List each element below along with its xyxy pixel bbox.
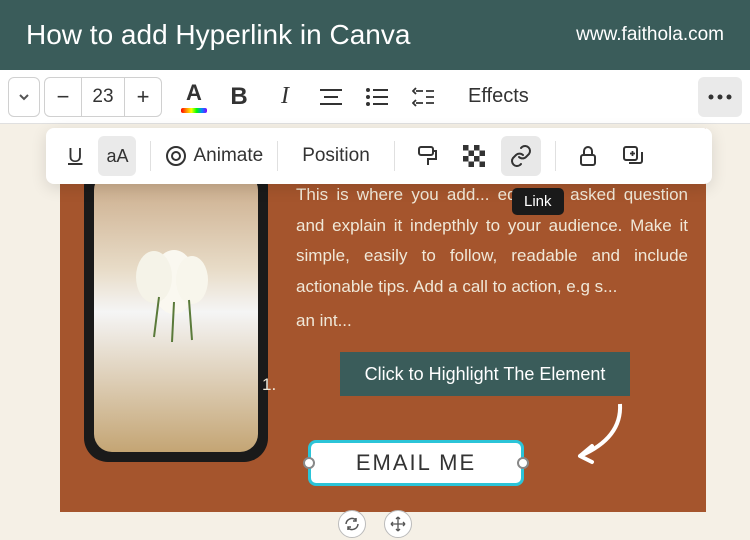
animate-button[interactable]: Animate	[165, 145, 263, 167]
canvas-area[interactable]: This is where you add... equently asked …	[60, 128, 706, 512]
italic-button[interactable]: I	[264, 77, 306, 117]
sync-icon	[344, 516, 360, 532]
phone-mockup[interactable]	[84, 162, 268, 462]
list-marker: 1.	[262, 370, 276, 401]
position-button[interactable]: Position	[292, 145, 380, 167]
font-dropdown[interactable]	[8, 77, 40, 117]
text-color-button[interactable]: A	[174, 77, 214, 117]
paint-roller-button[interactable]	[409, 136, 447, 176]
arrow-icon	[560, 396, 636, 472]
align-button[interactable]	[310, 77, 352, 117]
link-button[interactable]	[501, 136, 541, 176]
email-me-button[interactable]: EMAIL ME	[308, 440, 524, 486]
page-title: How to add Hyperlink in Canva	[26, 19, 410, 51]
font-size-decrease[interactable]: −	[45, 78, 81, 116]
phone-screen-image	[94, 172, 258, 452]
canvas-controls	[338, 510, 412, 538]
divider	[150, 141, 151, 171]
checkerboard-icon	[463, 145, 485, 167]
animate-icon	[165, 145, 187, 167]
text-case-button[interactable]: aA	[98, 136, 136, 176]
tutorial-header: How to add Hyperlink in Canva www.faitho…	[0, 0, 750, 70]
paint-roller-icon	[417, 145, 439, 167]
divider	[277, 141, 278, 171]
text-color-a-icon: A	[186, 80, 202, 106]
link-tooltip: Link	[512, 188, 564, 215]
body-paragraph[interactable]: This is where you add... equently asked …	[296, 180, 688, 337]
selection-handle-right[interactable]	[517, 457, 529, 469]
lock-button[interactable]	[570, 136, 606, 176]
selection-handle-left[interactable]	[303, 457, 315, 469]
color-swatch-icon	[181, 108, 207, 113]
secondary-toolbar: U aA Animate Position	[46, 128, 712, 184]
flower-image	[124, 232, 224, 342]
effects-button[interactable]: Effects	[448, 77, 549, 117]
divider	[394, 141, 395, 171]
move-icon	[390, 516, 406, 532]
underline-button[interactable]: U	[60, 136, 90, 176]
list-button[interactable]	[356, 77, 398, 117]
site-url: www.faithola.com	[576, 24, 724, 46]
bold-button[interactable]: B	[218, 77, 260, 117]
font-size-stepper: − 23 +	[44, 77, 162, 117]
duplicate-icon	[622, 145, 644, 167]
divider	[555, 141, 556, 171]
spacing-button[interactable]	[402, 77, 444, 117]
duplicate-button[interactable]	[614, 136, 652, 176]
more-options-button[interactable]	[698, 77, 742, 117]
font-size-increase[interactable]: +	[125, 78, 161, 116]
lock-icon	[578, 145, 598, 167]
main-toolbar: − 23 + A B I Effects	[0, 70, 750, 124]
sync-button[interactable]	[338, 510, 366, 538]
link-icon	[509, 144, 533, 168]
move-button[interactable]	[384, 510, 412, 538]
transparency-button[interactable]	[455, 136, 493, 176]
font-size-value[interactable]: 23	[81, 78, 125, 116]
instruction-callout: Click to Highlight The Element	[340, 352, 630, 396]
